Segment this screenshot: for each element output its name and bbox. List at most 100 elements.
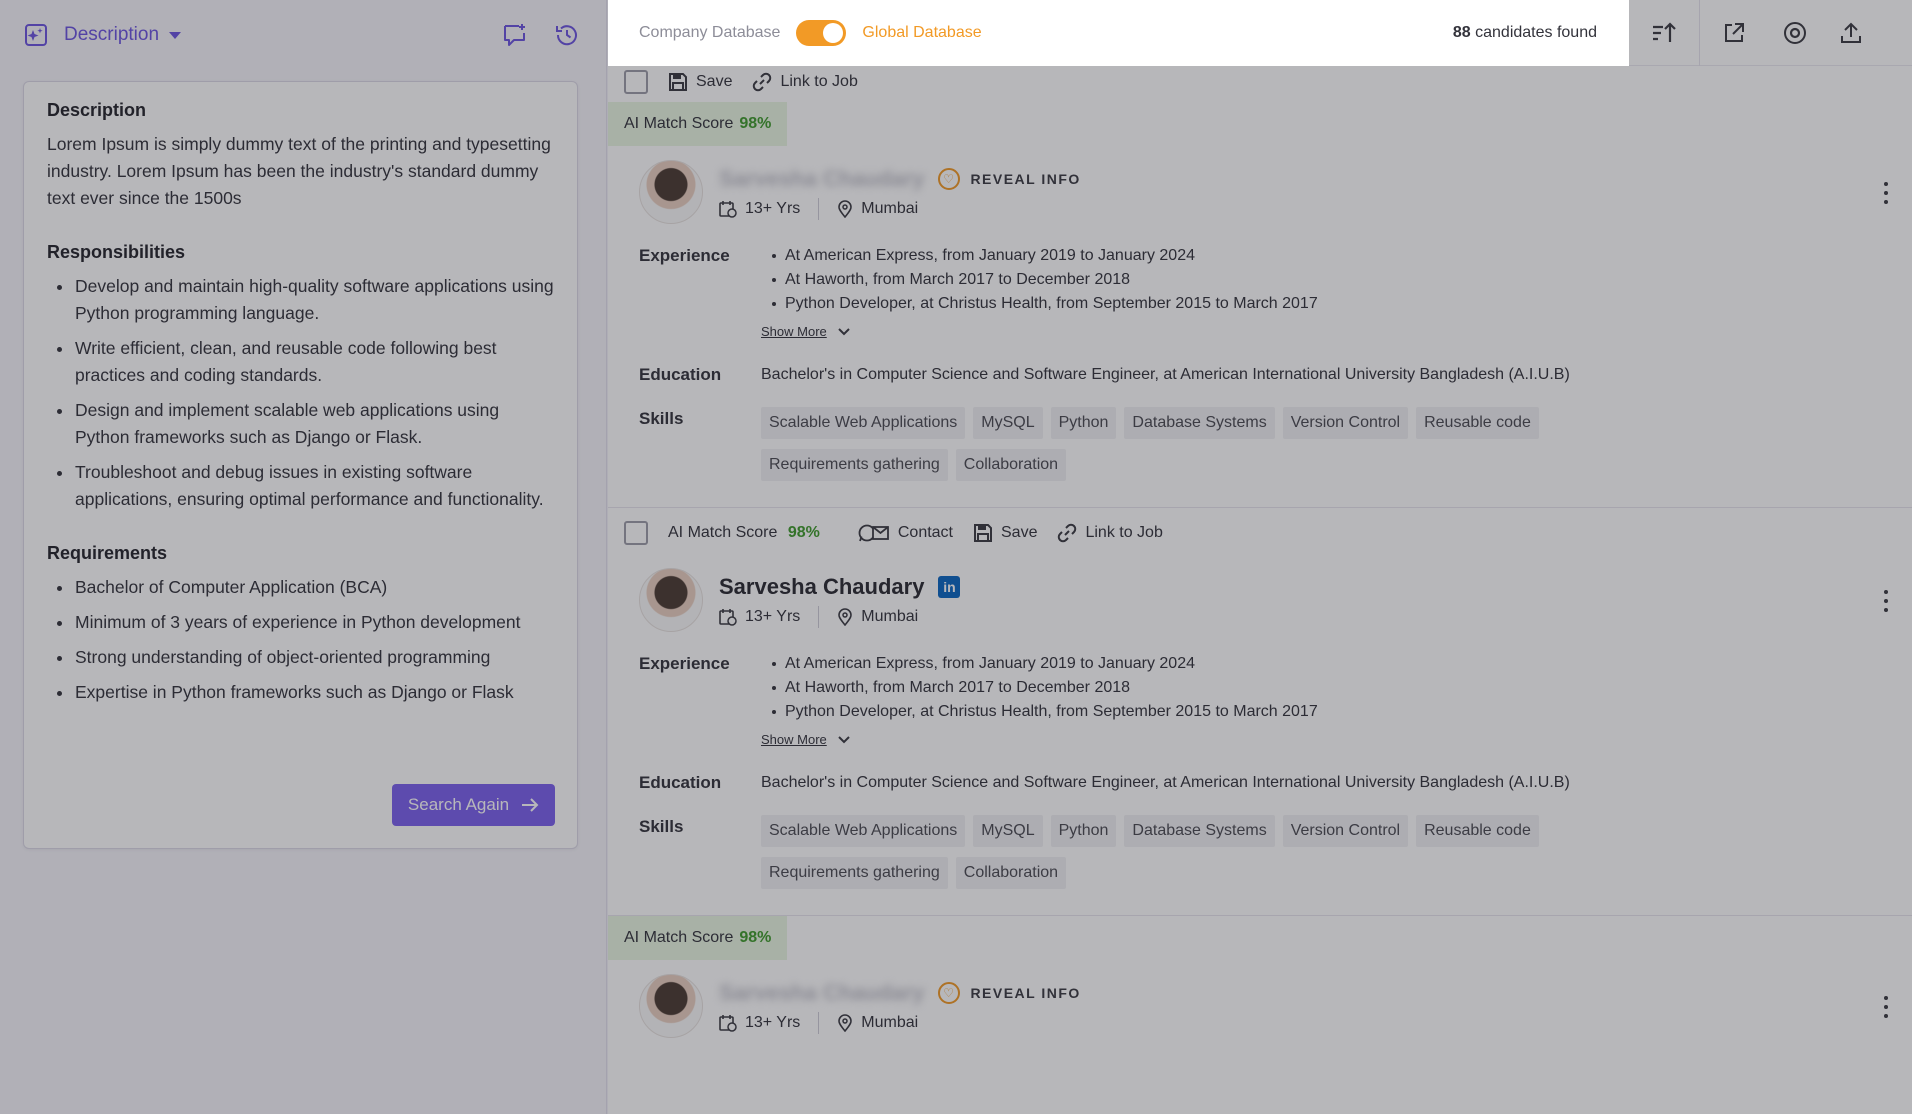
location-pin-icon — [838, 1014, 853, 1032]
description-heading: Description — [47, 100, 147, 120]
skill-chip: Version Control — [1282, 407, 1409, 439]
database-toggle-bar: Company Database Global Database 88 cand… — [608, 0, 1629, 66]
experience-content: At American Express, from January 2019 t… — [761, 244, 1318, 341]
name-row: Sarvesha Chaudary in — [719, 572, 961, 602]
avatar — [639, 160, 703, 224]
list-item: Develop and maintain high-quality softwa… — [47, 273, 555, 327]
education-label: Education — [639, 365, 722, 384]
score-value: 98% — [787, 524, 820, 541]
experience-years: 13+ Yrs — [719, 1014, 800, 1032]
topbar-actions — [1629, 0, 1912, 66]
responsibilities-section: Responsibilities Develop and maintain hi… — [47, 242, 555, 513]
global-database-label[interactable]: Global Database — [862, 24, 981, 42]
reveal-info-button[interactable]: ♡ REVEAL INFO — [938, 168, 1080, 190]
candidate-action-row: AI Match Score 98% Contact Save Link to … — [608, 510, 1912, 556]
candidate-meta: 13+ Yrs Mumbai — [719, 1012, 1081, 1034]
score-value: 98% — [739, 929, 772, 946]
select-checkbox[interactable] — [624, 70, 648, 94]
search-again-button[interactable]: Search Again — [392, 784, 555, 826]
experience-row: Experience At American Express, from Jan… — [608, 652, 1912, 749]
open-external-icon[interactable] — [1699, 0, 1767, 66]
meta-divider — [818, 1012, 820, 1034]
experience-years: 13+ Yrs — [719, 200, 800, 218]
candidate-info: Sarvesha Chaudary ♡ REVEAL INFO 13+ Yrs — [719, 978, 1081, 1034]
location: Mumbai — [837, 1014, 918, 1032]
reveal-info-button[interactable]: ♡ REVEAL INFO — [938, 982, 1080, 1004]
list-item: Expertise in Python frameworks such as D… — [47, 679, 555, 706]
skill-chip: Reusable code — [1416, 815, 1539, 847]
skill-chip: Version Control — [1282, 815, 1409, 847]
skill-chip: Scalable Web Applications — [761, 407, 966, 439]
location-text: Mumbai — [861, 200, 919, 217]
contact-button[interactable]: Contact — [858, 523, 953, 543]
candidate-info: Sarvesha Chaudary ♡ REVEAL INFO 13+ Yrs — [719, 164, 1081, 220]
history-icon[interactable] — [552, 20, 582, 50]
location-pin-icon — [838, 608, 853, 626]
education-text: Bachelor's in Computer Science and Softw… — [761, 774, 1570, 791]
upload-icon[interactable] — [1823, 0, 1879, 66]
save-button[interactable]: Save — [668, 72, 732, 92]
left-header: Description — [22, 18, 582, 52]
more-options-icon[interactable] — [1884, 182, 1890, 204]
link-to-job-button[interactable]: Link to Job — [1057, 523, 1163, 543]
show-more-link[interactable]: Show More — [761, 732, 851, 747]
show-more-link[interactable]: Show More — [761, 324, 851, 339]
candidate-card: AI Match Score 98% Sarvesha Chaudary ♡ R… — [608, 916, 1912, 1046]
ai-sparkle-icon[interactable] — [22, 21, 50, 49]
years-text: 13+ Yrs — [745, 608, 801, 625]
description-text: Lorem Ipsum is simply dummy text of the … — [47, 134, 551, 208]
show-more-label: Show More — [761, 732, 827, 747]
requirements-section: Requirements Bachelor of Computer Applic… — [47, 543, 555, 706]
list-item: Python Developer, at Christus Health, fr… — [761, 700, 1318, 724]
candidate-name-hidden: Sarvesha Chaudary — [719, 166, 925, 191]
eye-icon[interactable] — [1767, 0, 1823, 66]
meta-divider — [818, 198, 820, 220]
caret-down-icon — [169, 31, 182, 39]
chevron-down-icon — [838, 327, 850, 335]
skill-chip: Reusable code — [1416, 407, 1539, 439]
sort-icon[interactable] — [1629, 0, 1699, 66]
link-icon — [1058, 523, 1077, 543]
candidate-name[interactable]: Sarvesha Chaudary — [719, 574, 924, 600]
arrow-right-icon — [522, 798, 539, 812]
select-checkbox[interactable] — [624, 521, 648, 545]
requirements-heading: Requirements — [47, 543, 168, 563]
search-again-label: Search Again — [407, 795, 510, 814]
skill-chip: Python — [1050, 815, 1117, 847]
list-item: Minimum of 3 years of experience in Pyth… — [47, 609, 555, 636]
results-topbar: Company Database Global Database 88 cand… — [608, 0, 1912, 66]
skills-label: Skills — [639, 409, 684, 428]
list-item: At Haworth, from March 2017 to December … — [761, 676, 1318, 700]
more-options-icon[interactable] — [1884, 590, 1890, 612]
reveal-icon: ♡ — [938, 168, 961, 190]
new-chat-icon[interactable] — [500, 20, 530, 50]
list-item: Write efficient, clean, and reusable cod… — [47, 335, 555, 389]
candidate-header: Sarvesha Chaudary in 13+ Yrs Mumbai — [608, 560, 1912, 640]
name-row: Sarvesha Chaudary ♡ REVEAL INFO — [719, 164, 1081, 194]
company-database-label[interactable]: Company Database — [639, 24, 780, 42]
experience-label: Experience — [639, 654, 730, 673]
linkedin-icon[interactable]: in — [938, 576, 961, 598]
description-dropdown[interactable]: Description — [64, 24, 182, 46]
candidate-info: Sarvesha Chaudary in 13+ Yrs Mumbai — [719, 572, 961, 628]
location: Mumbai — [837, 608, 918, 626]
candidate-card: AI Match Score 98% Sarvesha Chaudary ♡ R… — [608, 98, 1912, 508]
more-options-icon[interactable] — [1884, 996, 1890, 1018]
candidate-meta: 13+ Yrs Mumbai — [719, 606, 960, 628]
responsibilities-heading: Responsibilities — [47, 242, 186, 262]
link-to-job-label: Link to Job — [1085, 524, 1163, 541]
link-icon — [753, 72, 772, 92]
candidate-list: Save Link to Job AI Match Score 98% Sarv… — [608, 66, 1912, 1046]
whatsapp-mail-icon — [858, 524, 889, 542]
education-label: Education — [639, 773, 722, 792]
chevron-down-icon — [838, 735, 850, 743]
candidates-panel: Company Database Global Database 88 cand… — [608, 0, 1912, 1114]
link-to-job-button[interactable]: Link to Job — [752, 72, 858, 92]
years-text: 13+ Yrs — [745, 200, 801, 217]
skill-chip: Collaboration — [955, 449, 1067, 481]
save-button[interactable]: Save — [973, 523, 1037, 543]
database-toggle[interactable] — [796, 19, 847, 46]
avatar — [639, 568, 703, 632]
save-icon — [669, 73, 687, 91]
location-pin-icon — [838, 200, 853, 218]
